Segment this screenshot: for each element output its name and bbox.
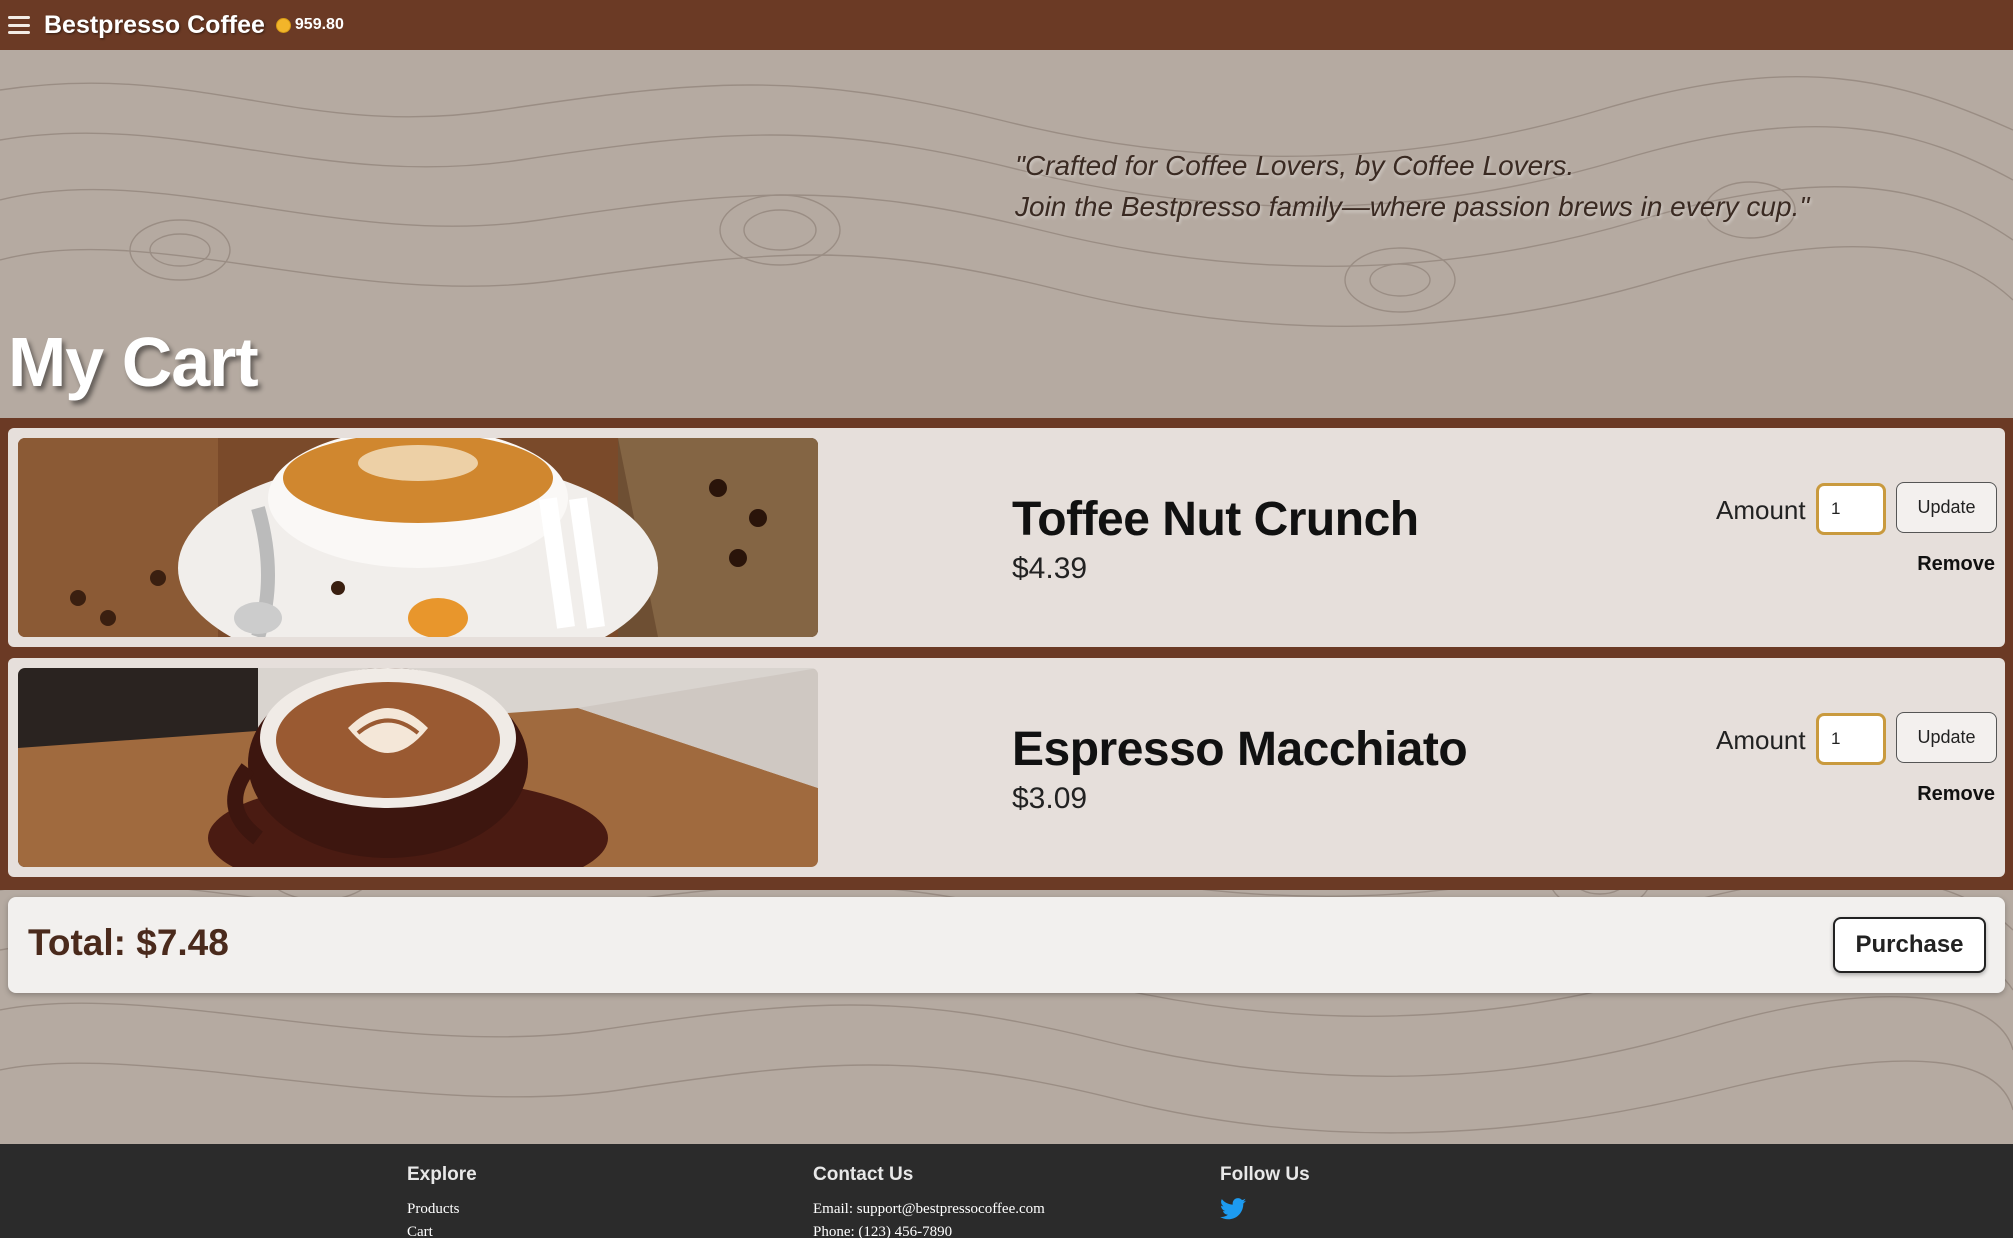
cart-total-bar: Total: $7.48 Purchase [8,897,2005,993]
footer-contact: Contact Us Email: support@bestpressocoff… [813,1164,1045,1238]
footer-phone: Phone: (123) 456-7890 [813,1224,953,1238]
site-footer: Explore Products Cart Contact Us Email: … [0,1144,2013,1238]
cart-list: Toffee Nut Crunch $4.39 Amount Update Re… [0,418,2013,890]
page-title: My Cart [8,323,259,401]
coin-balance: 959.80 [294,16,344,33]
product-name: Espresso Macchiato [1012,723,1468,776]
product-name: Toffee Nut Crunch [1012,493,1419,546]
brand-name[interactable]: Bestpresso Coffee [44,11,265,40]
twitter-icon[interactable] [1220,1198,1246,1220]
hero-quote: "Crafted for Coffee Lovers, by Coffee Lo… [1015,145,1809,227]
product-image-espresso-macchiato [18,668,818,867]
remove-button[interactable]: Remove [1917,553,1995,576]
top-navigation-bar: Bestpresso Coffee 959.80 [0,0,2013,50]
remove-button[interactable]: Remove [1917,783,1995,806]
footer-follow: Follow Us [1220,1164,1310,1220]
hamburger-menu-icon[interactable] [8,16,30,34]
quantity-input[interactable] [1816,483,1886,535]
cart-item: Toffee Nut Crunch $4.39 Amount Update Re… [8,428,2005,647]
purchase-button[interactable]: Purchase [1833,917,1986,973]
product-price: $3.09 [1012,782,1088,815]
footer-link-products[interactable]: Products [407,1198,477,1221]
amount-label: Amount [1716,725,1806,755]
quantity-input[interactable] [1816,713,1886,765]
footer-follow-heading: Follow Us [1220,1164,1310,1185]
product-price: $4.39 [1012,552,1088,585]
footer-email: Email: support@bestpressocoffee.com [813,1201,1045,1217]
cart-total: Total: $7.48 [28,922,229,963]
footer-explore: Explore Products Cart [407,1164,477,1238]
footer-explore-heading: Explore [407,1164,477,1185]
product-image-toffee-nut-crunch [18,438,818,637]
quote-line-1: "Crafted for Coffee Lovers, by Coffee Lo… [1015,150,1575,181]
amount-label: Amount [1716,495,1806,525]
footer-contact-heading: Contact Us [813,1164,914,1185]
coin-icon [275,17,291,33]
cart-item: Espresso Macchiato $3.09 Amount Update R… [8,658,2005,877]
quote-line-2: Join the Bestpresso family—where passion… [1015,191,1810,222]
update-button[interactable]: Update [1896,482,1997,533]
update-button[interactable]: Update [1896,712,1997,763]
footer-link-cart[interactable]: Cart [407,1221,477,1238]
